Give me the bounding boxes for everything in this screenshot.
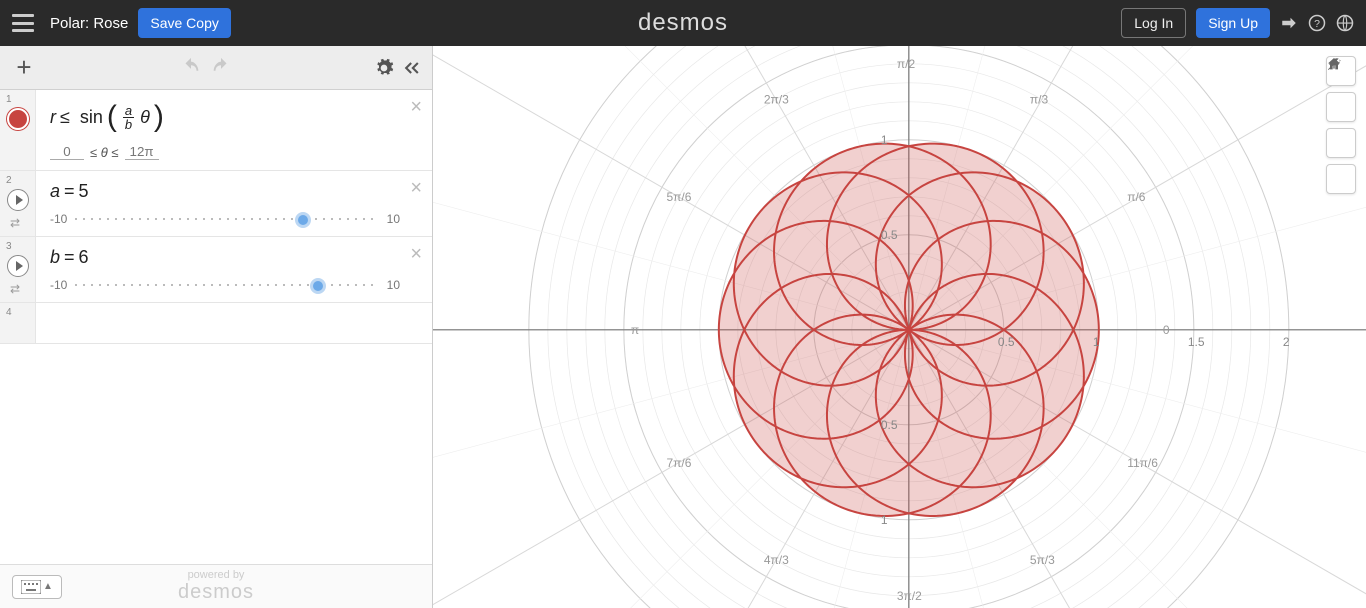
login-button[interactable]: Log In [1121,8,1186,38]
slider-b[interactable] [75,278,378,292]
delete-row-icon[interactable]: × [410,177,422,200]
svg-text:π/2: π/2 [897,57,916,71]
help-icon[interactable]: ? [1308,14,1326,32]
expression-rows: 1 × r ≤ sin ( a b θ ) [0,90,432,608]
loop-icon[interactable]: ⇄ [10,282,20,296]
zoom-out-button[interactable] [1326,128,1356,158]
domain-high-input[interactable] [125,144,159,160]
svg-text:0: 0 [1163,323,1170,337]
svg-text:2π/3: 2π/3 [764,92,789,106]
powered-by: powered by desmos [178,569,254,604]
expression-row-2[interactable]: 2 ⇄ × a = 5 -10 [0,171,432,237]
menu-icon[interactable] [12,14,34,32]
collapse-panel-icon[interactable] [402,58,422,78]
svg-text:0.5: 0.5 [881,228,898,242]
svg-text:π/3: π/3 [1030,92,1049,106]
expression-row-4[interactable]: 4 [0,303,432,344]
graph-tools [1326,56,1356,194]
zoom-in-button[interactable] [1326,92,1356,122]
slider-max[interactable]: 10 [387,278,400,292]
row-index: 3 [6,241,12,252]
svg-text:3π/2: 3π/2 [897,589,922,603]
theta-domain[interactable]: ≤ θ ≤ [50,144,400,160]
row-index: 1 [6,94,12,105]
play-button[interactable] [7,255,29,277]
svg-text:0.5: 0.5 [998,335,1015,349]
svg-text:?: ? [1314,18,1320,30]
polar-plot: 0.5 1 1.5 2 0.5 1 0.5 1 0 π/6 π/3 π/2 2π/3 5π/6 π 7π/6 4… [433,46,1366,608]
svg-text:2: 2 [1283,335,1290,349]
row-index: 2 [6,175,12,186]
header-right: Log In Sign Up ? [1121,8,1354,38]
svg-text:π/6: π/6 [1127,190,1146,204]
play-button[interactable] [7,189,29,211]
svg-text:4π/3: 4π/3 [764,553,789,567]
delete-row-icon[interactable]: × [410,243,422,266]
panel-footer: ▲ powered by desmos [0,564,432,608]
expression-1[interactable]: r ≤ sin ( a b θ ) [50,100,400,134]
expression-row-1[interactable]: 1 × r ≤ sin ( a b θ ) [0,90,432,171]
desmos-logo: desmos [638,9,728,37]
delete-row-icon[interactable]: × [410,96,422,119]
svg-text:π: π [631,323,639,337]
keyboard-button[interactable]: ▲ [12,575,62,599]
save-copy-button[interactable]: Save Copy [138,8,230,38]
slider-max[interactable]: 10 [387,212,400,226]
add-expression-button[interactable]: + [10,52,38,83]
graph-canvas[interactable]: 0.5 1 1.5 2 0.5 1 0.5 1 0 π/6 π/3 π/2 2π/3 5π/6 π 7π/6 4… [433,46,1366,608]
home-button[interactable] [1326,164,1356,194]
svg-text:11π/6: 11π/6 [1127,456,1158,470]
svg-text:0.5: 0.5 [881,418,898,432]
slider-min[interactable]: -10 [50,278,67,292]
expression-2[interactable]: a = 5 [50,181,400,202]
expression-toolbar: + [0,46,432,90]
svg-text:5π/6: 5π/6 [666,190,691,204]
signup-button[interactable]: Sign Up [1196,8,1270,38]
slider-min[interactable]: -10 [50,212,67,226]
expression-panel: + 1 × r ≤ sin ( [0,46,433,608]
svg-text:1: 1 [1093,335,1100,349]
undo-icon[interactable] [180,57,202,79]
app-header: Polar: Rose Save Copy desmos Log In Sign… [0,0,1366,46]
share-icon[interactable] [1280,14,1298,32]
svg-text:5π/3: 5π/3 [1030,553,1055,567]
svg-text:1: 1 [881,133,888,147]
svg-text:1.5: 1.5 [1188,335,1205,349]
language-icon[interactable] [1336,14,1354,32]
color-swatch[interactable] [7,108,29,130]
svg-text:1: 1 [881,513,888,527]
domain-low-input[interactable] [50,144,84,160]
expression-row-3[interactable]: 3 ⇄ × b = 6 -10 [0,237,432,303]
loop-icon[interactable]: ⇄ [10,216,20,230]
svg-text:7π/6: 7π/6 [666,456,691,470]
graph-title[interactable]: Polar: Rose [50,15,128,32]
expression-3[interactable]: b = 6 [50,247,400,268]
settings-icon[interactable] [374,58,394,78]
slider-a[interactable] [75,212,378,226]
row-index: 4 [6,307,12,318]
redo-icon[interactable] [210,57,232,79]
